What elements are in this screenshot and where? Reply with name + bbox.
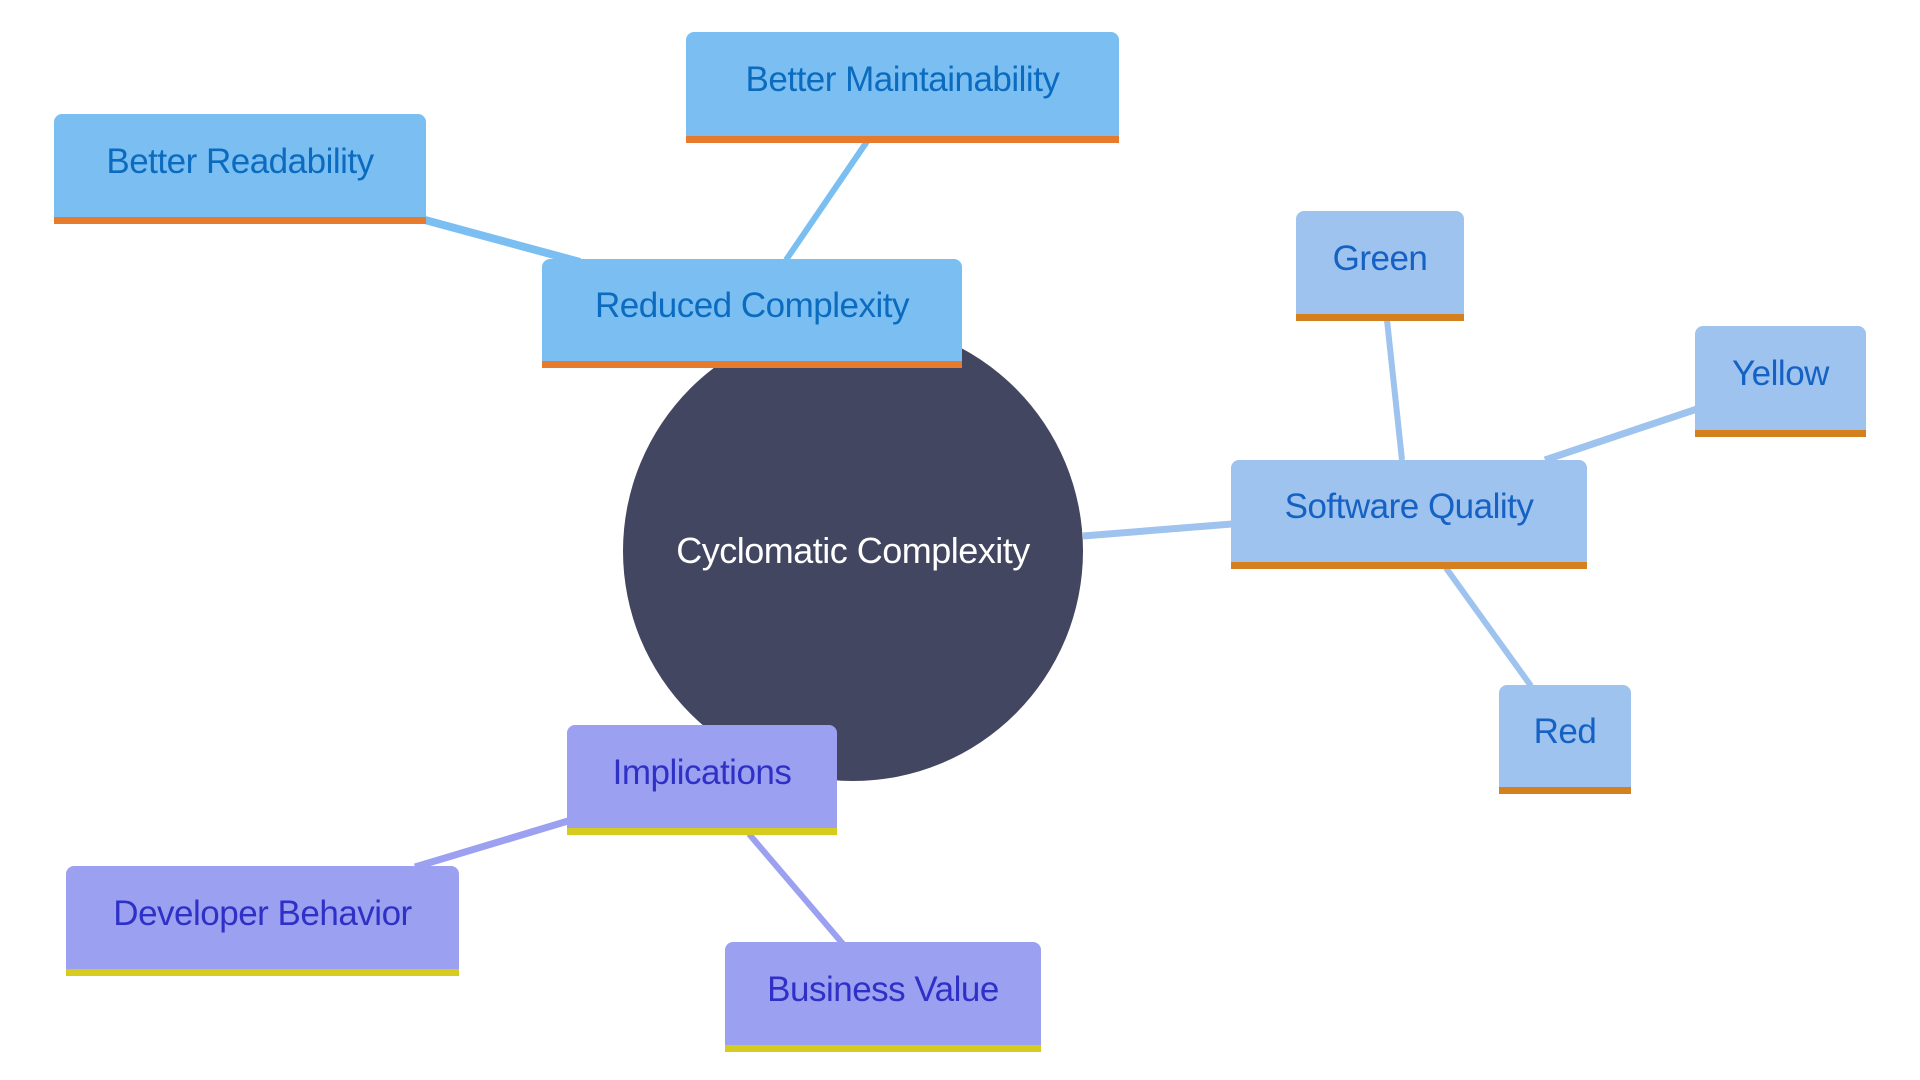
edge-reduced-maintainability (783, 138, 871, 262)
node-reduced-complexity[interactable]: Reduced Complexity (542, 259, 962, 368)
node-business-value[interactable]: Business Value (725, 942, 1041, 1052)
root-label: Cyclomatic Complexity (676, 530, 1030, 571)
node-implications[interactable]: Implications (567, 725, 837, 835)
edge-root-quality (1082, 520, 1233, 540)
node-label: Green (1332, 238, 1428, 278)
node-label: Business Value (767, 969, 999, 1009)
node-label: Yellow (1732, 354, 1829, 393)
node-label: Reduced Complexity (595, 286, 909, 325)
edge-reduced-readability (423, 216, 582, 266)
node-label: Better Maintainability (745, 60, 1060, 99)
edge-implications-developer (413, 817, 570, 871)
edge-quality-red (1443, 566, 1534, 688)
node-yellow[interactable]: Yellow (1695, 326, 1866, 437)
edge-quality-yellow (1543, 405, 1699, 464)
edge-implications-business (746, 832, 846, 946)
node-label: Implications (612, 752, 792, 792)
node-green[interactable]: Green (1296, 211, 1464, 321)
node-label: Better Readability (106, 141, 374, 181)
root-node-cyclomatic-complexity[interactable]: Cyclomatic Complexity (623, 321, 1083, 781)
node-software-quality[interactable]: Software Quality (1231, 460, 1587, 569)
node-developer-behavior[interactable]: Developer Behavior (66, 866, 459, 976)
edge-quality-green (1384, 319, 1405, 461)
node-red[interactable]: Red (1499, 685, 1631, 794)
node-better-maintainability[interactable]: Better Maintainability (686, 32, 1119, 143)
node-label: Red (1533, 712, 1597, 751)
node-label: Developer Behavior (113, 893, 412, 933)
node-better-readability[interactable]: Better Readability (54, 114, 426, 224)
node-label: Software Quality (1284, 487, 1534, 526)
